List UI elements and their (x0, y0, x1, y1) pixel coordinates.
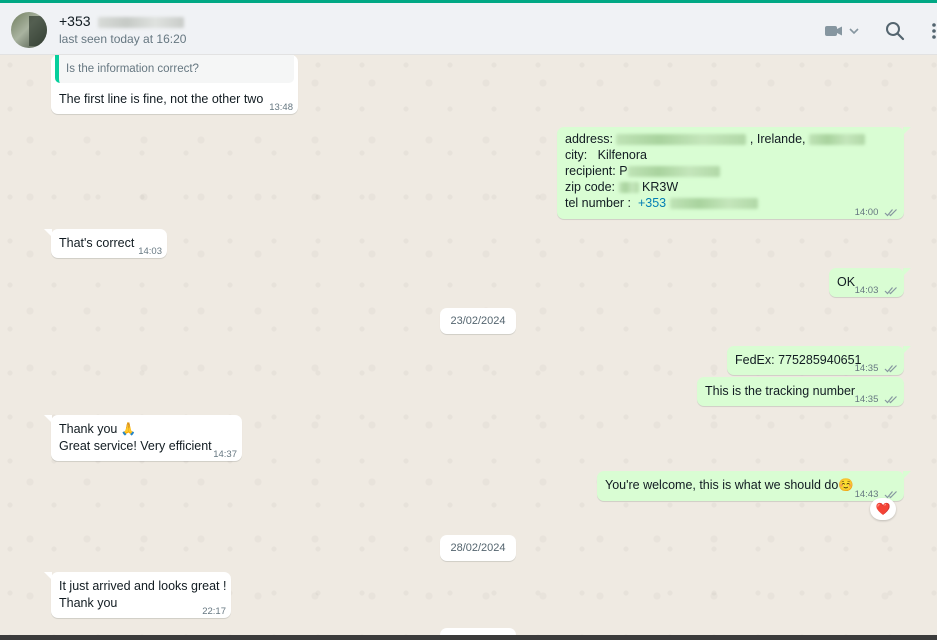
search-icon[interactable] (885, 21, 905, 41)
city-value: Kilfenora (597, 148, 647, 162)
message-time: 14:03 (138, 246, 162, 257)
tel-label: tel number : (565, 196, 632, 210)
quoted-message[interactable]: Is the information correct? (55, 55, 294, 83)
message-outgoing[interactable]: This is the tracking number 14:35 (697, 377, 904, 406)
message-outgoing[interactable]: OK 14:03 (829, 268, 911, 299)
chat-conversation[interactable]: Is the information correct? The first li… (0, 55, 937, 635)
message-outgoing[interactable]: FedEx: 775285940651 14:35 (727, 346, 911, 377)
address-visible: , Irelande, (749, 132, 806, 146)
video-call-icon[interactable] (824, 23, 860, 39)
message-outgoing[interactable]: You're welcome, this is what we should d… (597, 471, 911, 501)
message-incoming[interactable]: That's correct 14:03 (44, 229, 167, 258)
message-text-line2: Thank you (59, 596, 118, 610)
message-time: 22:17 (202, 606, 226, 617)
date-separator: 23/02/2024 (440, 308, 516, 334)
message-text-line1: Thank you 🙏 (59, 422, 137, 436)
redacted-address (616, 134, 747, 146)
message-time: 14:35 (855, 360, 898, 377)
read-ticks-icon (884, 287, 897, 295)
message-text: OK (837, 275, 856, 289)
message-incoming[interactable]: It just arrived and looks great ! Thank … (44, 572, 231, 618)
read-ticks-icon (884, 396, 897, 404)
message-text: The first line is fine, not the other tw… (59, 92, 264, 106)
message-text: FedEx: 775285940651 (735, 353, 862, 367)
zip-label: zip code: (565, 180, 616, 194)
message-incoming[interactable]: Thank you 🙏 Great service! Very efficien… (44, 415, 242, 461)
menu-icon[interactable] (930, 21, 937, 41)
message-text: This is the tracking number (705, 384, 856, 398)
message-outgoing[interactable]: address: , Irelande, city: Kilfenora rec… (557, 127, 911, 221)
message-incoming[interactable]: Is the information correct? The first li… (51, 55, 298, 114)
message-text: You're welcome, this is what we should d… (605, 478, 854, 492)
address-label: address: (565, 132, 613, 146)
chat-header: +353 last seen today at 16:20 (0, 3, 937, 55)
read-ticks-icon (884, 209, 897, 217)
recipient-visible: P (619, 164, 628, 178)
contact-status: last seen today at 16:20 (59, 32, 187, 46)
read-ticks-icon (884, 365, 897, 373)
date-separator: 28/02/2024 (440, 535, 516, 561)
date-separator-partial (440, 628, 516, 635)
chevron-down-icon (849, 28, 859, 35)
city-label: city: (565, 148, 588, 162)
message-text-line1: It just arrived and looks great ! (59, 579, 227, 593)
message-time: 14:03 (855, 282, 898, 299)
message-time: 14:00 (855, 204, 898, 221)
message-text: That's correct (59, 236, 135, 250)
phone-link[interactable]: +353 (638, 196, 666, 210)
redacted-address-end (809, 134, 865, 146)
redacted-name (98, 16, 185, 28)
contact-name[interactable]: +353 (59, 13, 185, 29)
zip-visible: KR3W (642, 180, 679, 194)
message-time: 13:48 (269, 102, 293, 113)
recipient-label: recipient: (565, 164, 616, 178)
avatar[interactable] (11, 12, 47, 48)
message-time: 14:35 (855, 391, 898, 408)
redacted-zip (618, 182, 639, 194)
redacted-phone (669, 198, 758, 210)
message-text-line2: Great service! Very efficient (59, 439, 212, 453)
redacted-recipient (627, 166, 720, 178)
reaction-heart[interactable]: ❤️ (870, 498, 896, 520)
message-time: 14:37 (213, 449, 237, 460)
bottom-edge (0, 635, 937, 640)
